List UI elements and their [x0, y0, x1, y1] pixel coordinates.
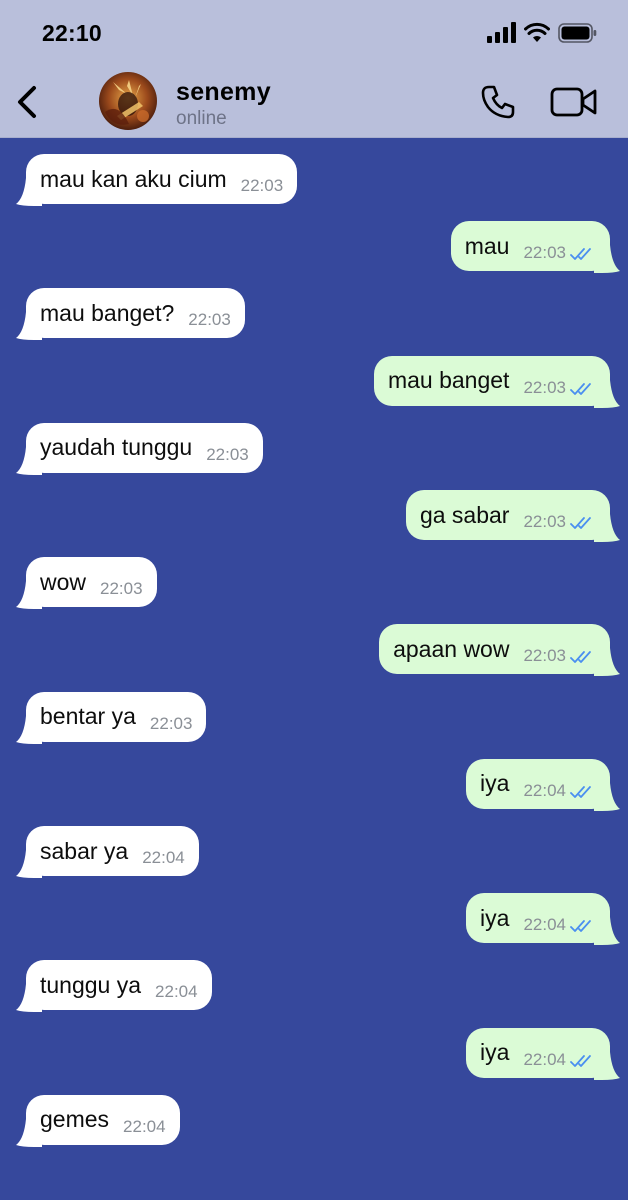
message-timestamp: 22:03	[100, 579, 143, 599]
outgoing-message[interactable]: mau 22:03	[0, 221, 628, 274]
message-timestamp: 22:03	[523, 512, 566, 531]
message-bubble[interactable]: iya 22:04	[466, 758, 610, 809]
message-bubble[interactable]: bentar ya 22:03	[26, 691, 207, 742]
message-timestamp: 22:03	[149, 713, 193, 733]
message-text: mau kan aku cium	[40, 165, 227, 192]
message-timestamp: 22:04	[155, 982, 198, 1002]
battery-icon	[558, 23, 597, 43]
message-text: mau	[464, 232, 510, 259]
message-text: ga sabar	[419, 501, 510, 528]
message-bubble[interactable]: mau kan aku cium 22:03	[26, 154, 298, 204]
message-text: iya	[480, 770, 510, 797]
message-timestamp: 22:03	[523, 243, 566, 263]
message-bubble[interactable]: apaan wow 22:03	[379, 624, 610, 675]
message-timestamp: 22:04	[523, 915, 566, 935]
message-bubble[interactable]: gemes 22:04	[26, 1094, 180, 1145]
message-bubble[interactable]: yaudah tunggu 22:03	[26, 422, 263, 473]
outgoing-message[interactable]: mau banget 22:03	[0, 355, 628, 408]
message-text: mau banget?	[40, 299, 175, 326]
contact-avatar[interactable]	[99, 72, 157, 130]
read-receipt-icon	[570, 382, 591, 395]
outgoing-message[interactable]: iya 22:04	[0, 1027, 628, 1080]
message-timestamp: 22:03	[523, 646, 566, 666]
message-bubble[interactable]: mau banget 22:03	[373, 355, 610, 406]
chat-header: 22:10 senemy online	[0, 0, 628, 138]
outgoing-message[interactable]: ga sabar 22:03	[0, 490, 628, 542]
read-receipt-icon	[570, 517, 591, 529]
message-timestamp: 22:04	[523, 1049, 566, 1069]
message-bubble[interactable]: iya 22:04	[466, 893, 610, 944]
incoming-message[interactable]: sabar ya 22:04	[0, 826, 628, 878]
message-text: sabar ya	[40, 837, 129, 864]
incoming-message[interactable]: wow 22:03	[0, 557, 628, 610]
read-receipt-icon	[570, 785, 591, 798]
signal-icon	[487, 22, 516, 43]
contact-name[interactable]: senemy	[176, 78, 271, 107]
message-bubble[interactable]: mau 22:03	[450, 221, 610, 272]
message-timestamp: 22:04	[523, 780, 566, 800]
back-chevron-icon[interactable]	[12, 82, 42, 122]
read-receipt-icon	[570, 920, 591, 933]
message-timestamp: 22:03	[206, 444, 249, 464]
message-text: tunggu ya	[40, 971, 142, 998]
message-bubble[interactable]: wow 22:03	[26, 557, 157, 608]
message-text: iya	[480, 904, 510, 931]
wifi-icon	[524, 22, 550, 42]
message-text: wow	[40, 568, 87, 595]
message-timestamp: 22:03	[240, 176, 284, 195]
video-call-icon[interactable]	[550, 84, 598, 120]
incoming-message[interactable]: tunggu ya 22:04	[0, 960, 628, 1013]
message-bubble[interactable]: mau banget? 22:03	[26, 288, 245, 339]
outgoing-message[interactable]: apaan wow 22:03	[0, 624, 628, 677]
status-time: 22:10	[42, 20, 102, 46]
message-text: yaudah tunggu	[40, 434, 193, 461]
message-bubble[interactable]: sabar ya 22:04	[26, 826, 199, 876]
phone-call-icon[interactable]	[478, 82, 518, 122]
read-receipt-icon	[570, 651, 591, 664]
message-timestamp: 22:03	[523, 377, 566, 397]
message-text: iya	[480, 1039, 510, 1066]
message-bubble[interactable]: tunggu ya 22:04	[26, 960, 212, 1011]
read-receipt-icon	[570, 1054, 591, 1067]
message-text: bentar ya	[40, 703, 136, 730]
incoming-message[interactable]: gemes 22:04	[0, 1094, 628, 1147]
message-text: gemes	[40, 1106, 110, 1133]
contact-status: online	[176, 108, 227, 129]
incoming-message[interactable]: mau banget? 22:03	[0, 288, 628, 341]
message-bubble[interactable]: iya 22:04	[466, 1027, 610, 1078]
read-receipt-icon	[570, 248, 591, 261]
incoming-message[interactable]: bentar ya 22:03	[0, 691, 628, 744]
message-text: apaan wow	[393, 635, 510, 662]
incoming-message[interactable]: yaudah tunggu 22:03	[0, 422, 628, 475]
outgoing-message[interactable]: iya 22:04	[0, 893, 628, 946]
outgoing-message[interactable]: iya 22:04	[0, 758, 628, 811]
message-timestamp: 22:03	[188, 310, 231, 330]
message-timestamp: 22:04	[123, 1116, 166, 1136]
message-text: mau banget	[387, 367, 510, 394]
message-bubble[interactable]: ga sabar 22:03	[405, 490, 610, 540]
message-timestamp: 22:04	[142, 848, 185, 867]
message-list[interactable]: mau kan aku cium 22:03 mau 22:03 mau banget?…	[0, 139, 628, 1200]
incoming-message[interactable]: mau kan aku cium 22:03	[0, 154, 628, 206]
